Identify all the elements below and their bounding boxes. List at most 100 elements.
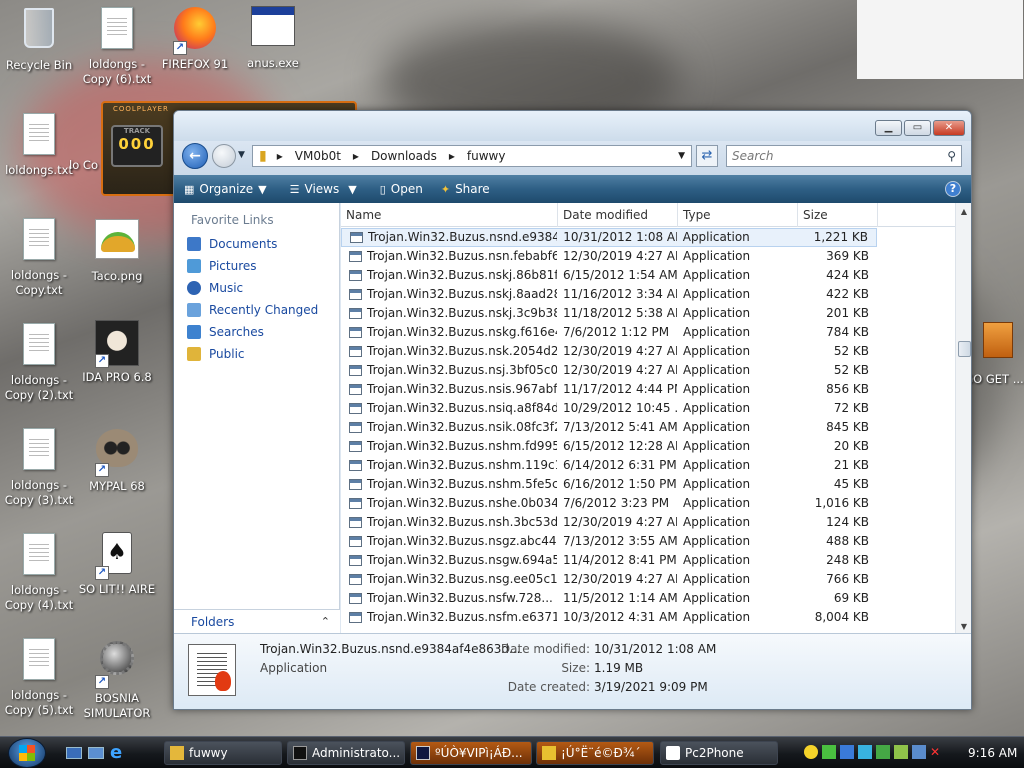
show-desktop-icon[interactable]: [66, 747, 82, 759]
share-button[interactable]: ✦ Share: [441, 182, 490, 196]
scroll-up-arrow[interactable]: ▲: [956, 207, 971, 216]
smiley-tray-icon[interactable]: [804, 745, 818, 759]
forward-button[interactable]: [212, 144, 236, 168]
tray-icon[interactable]: [822, 745, 836, 759]
column-name[interactable]: Name: [341, 203, 558, 227]
breadcrumb-separator[interactable]: ▸: [271, 149, 289, 163]
file-row[interactable]: Trojan.Win32.Buzus.nsk.2054d2ad... 12/30/…: [341, 342, 877, 361]
breadcrumb-separator[interactable]: ▸: [443, 149, 461, 163]
file-row[interactable]: Trojan.Win32.Buzus.nshm.5fe5ce... 6/16/20…: [341, 475, 877, 494]
link-documents[interactable]: Documents: [174, 233, 339, 255]
maximize-button[interactable]: ▭: [904, 120, 931, 136]
file-row[interactable]: Trojan.Win32.Buzus.nsh.3bc53d7... 12/30/2…: [341, 513, 877, 532]
desktop-icon-loldongs-copy-4[interactable]: loldongs - Copy (4).txt: [0, 530, 82, 613]
file-row[interactable]: Trojan.Win32.Buzus.nshm.fd9958... 6/15/20…: [341, 437, 877, 456]
task-administrator[interactable]: Administrato...: [287, 741, 405, 765]
file-row[interactable]: Trojan.Win32.Buzus.nsn.febabf63... 12/30/…: [341, 247, 877, 266]
link-music[interactable]: Music: [174, 277, 339, 299]
breadcrumb-separator[interactable]: ▸: [347, 149, 365, 163]
desktop-icon-loldongs-copy-5[interactable]: loldongs - Copy (5).txt: [0, 635, 82, 718]
file-row[interactable]: Trojan.Win32.Buzus.nsfw.728... 11/5/2012 …: [341, 589, 877, 608]
breadcrumb-vm0b0t[interactable]: VM0b0t: [289, 149, 347, 163]
desktop-icon-firefox[interactable]: ↗ FIREFOX 91: [152, 4, 238, 72]
desktop-icon-anus-exe[interactable]: anus.exe: [230, 4, 316, 71]
search-input[interactable]: Search ⚲: [726, 145, 962, 167]
application-icon: [349, 498, 362, 509]
details-type: Application: [260, 661, 328, 675]
internet-explorer-icon[interactable]: e: [110, 743, 122, 763]
desktop-icon-loldongs-copy[interactable]: loldongs - Copy.txt: [0, 215, 82, 298]
address-bar[interactable]: ▮ ▸ VM0b0t ▸ Downloads ▸ fuwwy ▼: [252, 145, 692, 167]
search-icon[interactable]: ⚲: [947, 146, 956, 166]
tray-icon[interactable]: [876, 745, 890, 759]
title-bar[interactable]: [174, 111, 971, 141]
minimize-button[interactable]: ▁: [875, 120, 902, 136]
scrollbar-thumb[interactable]: [958, 341, 971, 357]
file-row[interactable]: Trojan.Win32.Buzus.nskj.8aad28e... 11/16/…: [341, 285, 877, 304]
switch-windows-icon[interactable]: [88, 747, 104, 759]
tray-icon[interactable]: [894, 745, 908, 759]
file-row[interactable]: Trojan.Win32.Buzus.nsiq.a8f84d3... 10/29/…: [341, 399, 877, 418]
column-type[interactable]: Type: [678, 203, 798, 227]
open-button[interactable]: ▯ Open: [380, 182, 423, 196]
link-recently-changed[interactable]: Recently Changed: [174, 299, 339, 321]
file-row[interactable]: Trojan.Win32.Buzus.nshe.0b034d... 7/6/201…: [341, 494, 877, 513]
file-row[interactable]: Trojan.Win32.Buzus.nskj.86b81f90... 6/15/…: [341, 266, 877, 285]
back-button[interactable]: ←: [182, 143, 208, 169]
help-icon[interactable]: ?: [945, 181, 961, 197]
clock[interactable]: 9:16 AM: [968, 737, 1017, 768]
file-row[interactable]: Trojan.Win32.Buzus.nshm.119c1c... 6/14/20…: [341, 456, 877, 475]
desktop-icon-taco[interactable]: Taco.png: [74, 215, 160, 284]
breadcrumb-downloads[interactable]: Downloads: [365, 149, 443, 163]
desktop-icon-ida-pro[interactable]: ↗ IDA PRO 6.8: [74, 320, 160, 385]
application-icon: [349, 479, 362, 490]
desktop-icon-loldongs-copy-2[interactable]: loldongs - Copy (2).txt: [0, 320, 82, 403]
refresh-button[interactable]: ⇄: [696, 145, 718, 167]
task-player[interactable]: ¡Ú°Ë¨é©Ð¾´: [536, 741, 654, 765]
tray-icon[interactable]: [840, 745, 854, 759]
desktop-icon-solitaire[interactable]: ♠ ↗ SO LIT!! AIRE: [74, 530, 160, 597]
task-pc2phone[interactable]: Pc2Phone: [660, 741, 778, 765]
file-row[interactable]: Trojan.Win32.Buzus.nsg.ee05c17f... 12/30/…: [341, 570, 877, 589]
column-date-modified[interactable]: Date modified: [558, 203, 678, 227]
desktop-icon-loldongs-copy-3[interactable]: loldongs - Copy (3).txt: [0, 425, 82, 508]
desktop-icon-partial[interactable]: lo Co: [52, 158, 98, 173]
file-row[interactable]: Trojan.Win32.Buzus.nsgz.abc440b... 7/13/2…: [341, 532, 877, 551]
recent-pages-dropdown-icon[interactable]: ▼: [238, 150, 245, 160]
link-pictures[interactable]: Pictures: [174, 255, 339, 277]
file-row[interactable]: Trojan.Win32.Buzus.nskj.3c9b383... 11/18/…: [341, 304, 877, 323]
file-row[interactable]: Trojan.Win32.Buzus.nsfm.e63713... 10/3/20…: [341, 608, 877, 627]
file-row[interactable]: Trojan.Win32.Buzus.nskg.f616e4b... 7/6/20…: [341, 323, 877, 342]
desktop-icon-bosnia-simulator[interactable]: ↗ BOSNIA SIMULATOR: [74, 635, 160, 721]
tray-icon[interactable]: [858, 745, 872, 759]
file-row[interactable]: Trojan.Win32.Buzus.nsis.967abfa3... 11/17…: [341, 380, 877, 399]
file-row[interactable]: Trojan.Win32.Buzus.nsik.08fc3f2d... 7/13/…: [341, 418, 877, 437]
views-menu[interactable]: ☰ Views ▼: [290, 182, 362, 196]
link-public[interactable]: Public: [174, 343, 339, 365]
desktop-icon-mypal[interactable]: ↗ MYPAL 68: [74, 425, 160, 494]
column-size[interactable]: Size: [798, 203, 878, 227]
icon-label: loldongs - Copy (6).txt: [82, 57, 152, 86]
file-row[interactable]: Trojan.Win32.Buzus.nsgw.694a58... 11/4/20…: [341, 551, 877, 570]
file-type-cell: Application: [683, 268, 751, 282]
scroll-down-arrow[interactable]: ▼: [956, 622, 971, 631]
task-vip[interactable]: ºÚÒ¥VIPì¡ÁÐ...: [410, 741, 532, 765]
file-row[interactable]: Trojan.Win32.Buzus.nsj.3bf05c033... 12/30…: [341, 361, 877, 380]
task-fuwwy[interactable]: fuwwy: [164, 741, 282, 765]
volume-muted-icon[interactable]: ✕: [930, 745, 944, 759]
organize-menu[interactable]: ▦ Organize ▼: [184, 182, 272, 196]
link-searches[interactable]: Searches: [174, 321, 339, 343]
breadcrumb-fuwwy[interactable]: fuwwy: [461, 149, 512, 163]
desktop-icon-loldongs-copy-6[interactable]: loldongs - Copy (6).txt: [74, 4, 160, 87]
file-row[interactable]: Trojan.Win32.Buzus.nsnd.e9384af... 10/31/…: [341, 228, 877, 247]
address-dropdown-icon[interactable]: ▼: [672, 151, 691, 161]
network-icon[interactable]: [912, 745, 926, 759]
explorer-window[interactable]: ▁ ▭ ✕ ← ▼ ▮ ▸ VM0b0t ▸ Downloads ▸ fuwwy…: [173, 110, 972, 710]
close-button[interactable]: ✕: [933, 120, 965, 136]
application-icon: [350, 232, 363, 243]
desktop-icon-recycle-bin[interactable]: Recycle Bin: [0, 4, 82, 73]
folders-toggle[interactable]: Folders ⌃: [174, 609, 340, 633]
vertical-scrollbar[interactable]: ▲ ▼: [955, 203, 971, 633]
file-type-cell: Application: [683, 458, 751, 472]
start-button[interactable]: [8, 738, 46, 768]
